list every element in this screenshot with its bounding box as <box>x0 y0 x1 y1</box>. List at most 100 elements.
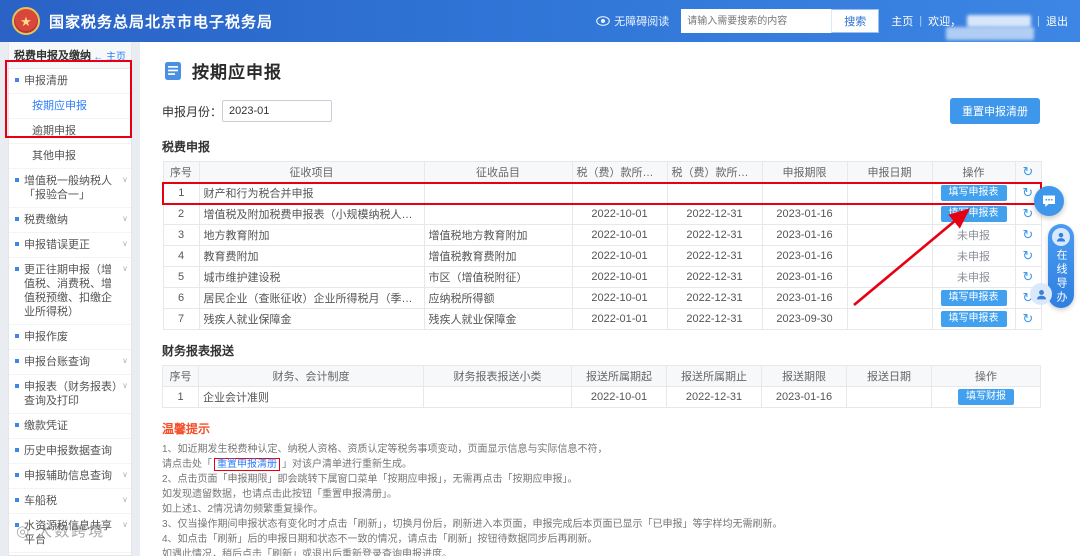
refresh-cell: ↻ <box>1014 224 1042 246</box>
tip-text: 4、如点击「刷新」后的申报日期和状态不一致的情况，请点击「刷新」按钮待数据同步后… <box>162 534 598 545</box>
sidebar-item[interactable]: 申报台账查询 ∨ <box>9 350 131 375</box>
table-cell: 4 <box>162 245 200 267</box>
sidebar-item[interactable]: 按期应申报 ∨ <box>9 94 131 119</box>
fill-declaration-button[interactable]: 填写申报表 <box>940 185 1007 201</box>
table-row: 4 教育费附加 增值税教育费附加 2022-10-01 2022-12-31 2023-0… <box>162 245 1042 267</box>
sidebar-item-label: 增值税一般纳税人「报验合一」 <box>24 175 112 201</box>
sidebar-item[interactable]: 水资源税信息共享平台 ∨ <box>9 514 131 553</box>
bullet-icon <box>15 384 19 388</box>
sidebar-item[interactable]: 增值税一般纳税人「报验合一」 ∨ <box>9 169 131 208</box>
table-cell: 2022-01-01 <box>571 308 668 330</box>
bullet-icon <box>15 359 19 363</box>
bullet-icon <box>15 217 19 221</box>
sidebar-item[interactable]: 申报辅助信息查询 ∨ <box>9 464 131 489</box>
sidebar-item-label: 申报错误更正 <box>24 239 90 251</box>
fill-declaration-button[interactable]: 填写申报表 <box>940 311 1007 327</box>
sidebar-item[interactable]: 缴款凭证 ∨ <box>9 414 131 439</box>
sidebar-item[interactable]: 更正往期申报（增值税、消费税、增值税预缴、扣缴企业所得税） ∨ <box>9 258 131 325</box>
tip-text: 2、点击页面「申报期限」即会跳转下属窗口菜单「按期应申报」，无需再点击「按期应申… <box>162 474 578 485</box>
bullet-icon <box>15 267 19 271</box>
table-cell: 2022-10-01 <box>571 245 668 267</box>
column-header: 报送期限 <box>761 365 847 387</box>
refresh-cell: ↻ <box>1014 245 1042 267</box>
refresh-icon[interactable]: ↻ <box>1023 269 1034 284</box>
sidebar-item[interactable]: 申报表（财务报表）查询及打印 ∨ <box>9 375 131 414</box>
sidebar-item-label: 申报台账查询 <box>24 356 90 368</box>
bullet-icon <box>15 242 19 246</box>
table-cell <box>846 266 933 288</box>
table-cell: 1 <box>162 386 199 408</box>
sidebar-item[interactable]: 车船税 ∨ <box>9 489 131 514</box>
table-cell: 2023-01-16 <box>761 287 848 309</box>
table-cell: 2023-01-16 <box>761 386 847 408</box>
national-emblem-icon: ★ <box>12 7 40 35</box>
table-cell <box>846 224 933 246</box>
sidebar-item[interactable]: 申报清册 ∨ <box>9 69 131 94</box>
main-content: 按期应申报 申报月份： 重置申报清册 税费申报 序号征收项目征收品目税（费）款所… <box>140 42 1080 556</box>
column-header: 序号 <box>162 161 200 183</box>
table-cell: 2022-10-01 <box>571 386 667 408</box>
accessibility-toggle[interactable]: 无障碍阅读 <box>596 13 669 29</box>
month-filter-label: 申报月份： <box>162 104 223 119</box>
refresh-icon[interactable]: ↻ <box>1022 185 1033 200</box>
app-title: 国家税务总局北京市电子税务局 <box>49 13 274 31</box>
refresh-icon[interactable]: ↻ <box>1023 248 1034 263</box>
finance-report-table: 序号 财务、会计制度 财务报表报送小类 报送所属期起 报送所属期止 报送期限 报送日期 操作 … <box>162 365 1041 408</box>
refresh-icon[interactable]: ↻ <box>1023 311 1034 326</box>
page-title: 按期应申报 <box>192 63 282 82</box>
bullet-icon <box>15 523 19 527</box>
table-row: 1 企业会计准则 2022-10-01 2022-12-31 2023-01-16 填写财… <box>162 386 1041 408</box>
table-cell: 2022-12-31 <box>666 386 762 408</box>
logout-link[interactable]: 退出 <box>1046 13 1068 29</box>
search-button[interactable]: 搜索 <box>831 9 880 33</box>
sidebar-item[interactable]: 逾期申报 ∨ <box>9 119 131 144</box>
tip-text: 请点击处「 <box>162 459 212 470</box>
table-cell: 6 <box>162 287 200 309</box>
action-cell: 未申报 <box>931 224 1016 246</box>
tax-declaration-table: 序号 征收项目 征收品目 税（费）款所属期起 税（费）款所属期止 申报期限 申报日期 操作 ↻ … <box>162 161 1042 330</box>
sidebar-item-label: 历史申报数据查询 <box>24 445 112 457</box>
fill-declaration-button[interactable]: 填写申报表 <box>940 290 1007 306</box>
sidebar-item[interactable]: 其他申报 ∨ <box>9 144 131 169</box>
table-cell: 企业会计准则 <box>198 386 424 408</box>
tips-lines: 1、如近期发生税费种认定、纳税人资格、资质认定等税务事项变动，页面显示信息与实际… <box>162 442 1040 556</box>
chat-button[interactable] <box>1034 186 1064 216</box>
sidebar-item-label: 申报清册 <box>24 75 68 87</box>
table-cell: 应纳税所得额 <box>423 287 573 309</box>
search-input[interactable] <box>681 9 832 33</box>
chevron-down-icon: ∨ <box>122 520 128 529</box>
sidebar-header: 税费申报及缴纳 ← 主页 <box>9 42 131 69</box>
table-row: 1 财产和行为税合并申报 填写申报表 ↻ <box>162 181 1042 205</box>
column-header: 申报日期 <box>846 161 933 183</box>
table-cell: 2022-12-31 <box>666 224 763 246</box>
sidebar-home-link[interactable]: ← 主页 <box>93 48 126 63</box>
sidebar-item[interactable]: 申报错误更正 ∨ <box>9 233 131 258</box>
tax-table-body: 1 财产和行为税合并申报 填写申报表 ↻ 2 增值税及附加税费申报表（小规模纳税人适用） 2… <box>162 181 1042 330</box>
column-header: 税（费）款所属期止 <box>666 161 763 183</box>
refresh-icon[interactable]: ↻ <box>1023 164 1034 179</box>
tip-line: 请点击处「 重置申报清册 」对该户清单进行重新生成。 <box>162 457 1040 472</box>
search-box: 搜索 <box>681 9 880 33</box>
refresh-column-header: ↻ <box>1014 161 1042 183</box>
chevron-down-icon: ∨ <box>122 175 128 184</box>
declaration-month-input[interactable] <box>222 100 333 122</box>
sidebar-item[interactable]: 申报作废 ∨ <box>9 325 131 350</box>
sidebar-item-label: 车船税 <box>24 495 57 507</box>
table-cell: 2022-12-31 <box>666 308 763 330</box>
table-cell: 残疾人就业保障金 <box>423 308 573 330</box>
profile-button[interactable] <box>1030 283 1052 305</box>
sidebar-item[interactable]: 税费缴纳 ∨ <box>9 208 131 233</box>
action-cell: 未申报 <box>931 245 1016 267</box>
sidebar-item[interactable]: 历史申报数据查询 ∨ <box>9 439 131 464</box>
fill-finance-report-button[interactable]: 填写财报 <box>958 389 1014 405</box>
reset-declaration-list-button[interactable]: 重置申报清册 <box>950 98 1040 124</box>
refresh-icon[interactable]: ↻ <box>1023 206 1034 221</box>
home-link[interactable]: 主页 <box>891 13 913 29</box>
tip-line: 如上述1、2情况请勿频繁重复操作。 <box>162 502 1040 517</box>
nav-divider: | <box>1037 15 1040 27</box>
column-header: 财务、会计制度 <box>198 365 424 387</box>
action-cell: 填写申报表 <box>931 287 1016 309</box>
fill-declaration-button[interactable]: 填写申报表 <box>940 206 1007 223</box>
bullet-icon <box>15 473 19 477</box>
refresh-icon[interactable]: ↻ <box>1023 227 1034 242</box>
